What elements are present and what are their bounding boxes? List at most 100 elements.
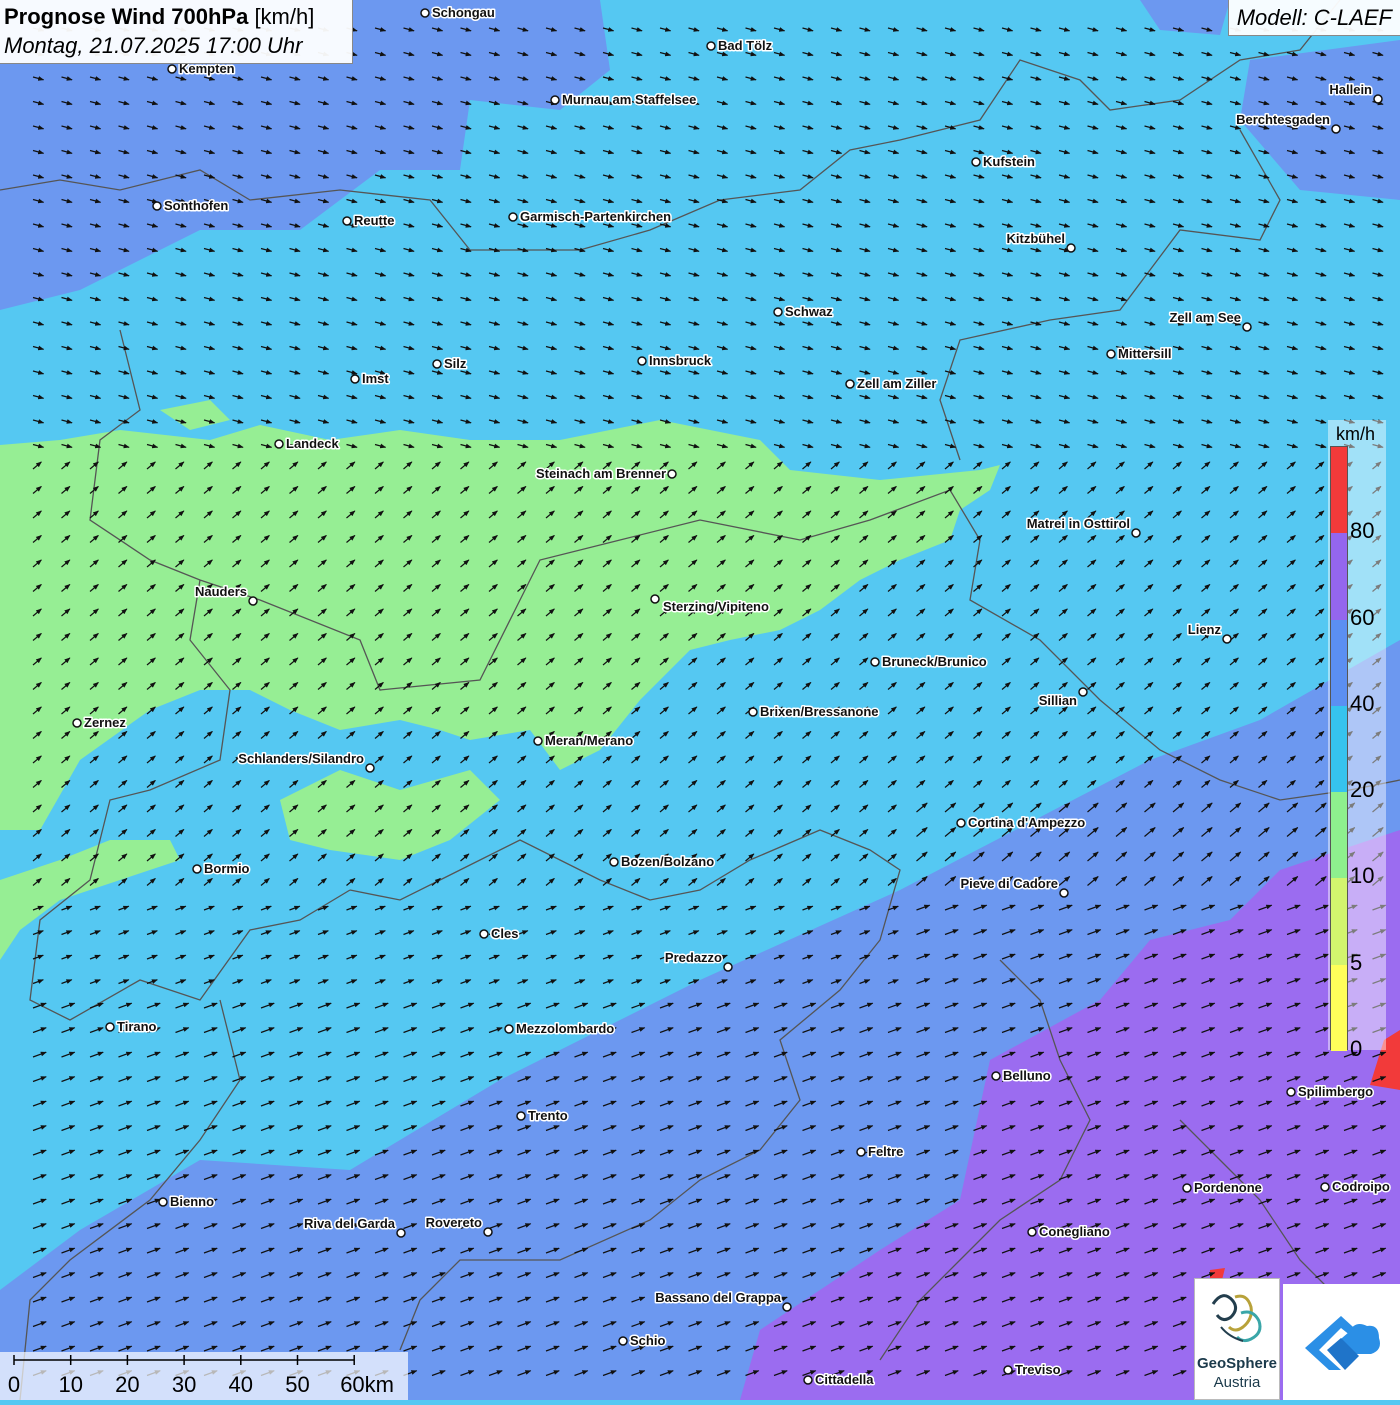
city-label: Treviso xyxy=(1015,1362,1061,1377)
city-dot xyxy=(516,1111,526,1121)
city-dot xyxy=(748,707,758,717)
legend-tick-10: 10 xyxy=(1350,863,1375,889)
city-label: Bad Tölz xyxy=(718,38,773,53)
legend-tick-5: 5 xyxy=(1350,949,1363,975)
city-dot xyxy=(1286,1087,1296,1097)
city-label: Cortina d'Ampezzo xyxy=(968,815,1085,830)
legend-tick-40: 40 xyxy=(1350,690,1375,716)
city-label: Schongau xyxy=(432,5,495,20)
scale-tick-label: 20 xyxy=(115,1372,139,1397)
scale-tick-label: 0 xyxy=(8,1372,20,1397)
city-bruneck-brunico: Bruneck/Brunico xyxy=(870,653,988,671)
city-dot xyxy=(773,307,783,317)
city-bozen-bolzano: Bozen/Bolzano xyxy=(609,853,716,871)
city-dot xyxy=(706,41,716,51)
city-dot xyxy=(870,657,880,667)
wind-map[interactable]: SchongauBad TölzKemptenMurnau am Staffel… xyxy=(0,0,1400,1400)
city-dot xyxy=(1331,124,1341,134)
city-dot xyxy=(396,1228,406,1238)
city-label: Bozen/Bolzano xyxy=(621,854,714,869)
city-dot xyxy=(342,216,352,226)
city-dot xyxy=(274,439,284,449)
city-dot xyxy=(1222,634,1232,644)
city-dot xyxy=(618,1336,628,1346)
city-meran-merano: Meran/Merano xyxy=(533,732,635,750)
city-label: Schio xyxy=(630,1333,665,1348)
city-steinach-am-brenner: Steinach am Brenner xyxy=(534,465,677,483)
city-label: Brixen/Bressanone xyxy=(760,704,879,719)
city-label: Sonthofen xyxy=(164,198,228,213)
city-dot xyxy=(856,1147,866,1157)
city-label: Lienz xyxy=(1188,622,1222,637)
city-dot xyxy=(483,1227,493,1237)
city-dot xyxy=(533,736,543,746)
city-label: Codroipo xyxy=(1332,1179,1390,1194)
city-dot xyxy=(72,718,82,728)
logo-line2: Austria xyxy=(1213,1374,1261,1391)
legend-unit: km/h xyxy=(1336,424,1376,444)
city-label: Schwaz xyxy=(785,304,833,319)
city-conegliano: Conegliano xyxy=(1027,1223,1111,1241)
city-dot xyxy=(1182,1183,1192,1193)
city-dot xyxy=(1242,322,1252,332)
city-label: Feltre xyxy=(868,1144,903,1159)
geosphere-logo: GeoSphere Austria xyxy=(1194,1278,1280,1400)
legend-class-80 xyxy=(1331,447,1347,534)
scale-tick-label: 60km xyxy=(340,1372,394,1397)
city-label: Rovereto xyxy=(426,1215,482,1230)
map-title: Prognose Wind 700hPa [km/h] xyxy=(4,4,314,30)
city-label: Mittersill xyxy=(1118,346,1171,361)
city-dot xyxy=(609,857,619,867)
city-dot xyxy=(1027,1227,1037,1237)
city-label: Steinach am Brenner xyxy=(536,466,666,481)
color-legend: km/h 0 5 10 20 40 60 80 xyxy=(1328,420,1386,1061)
city-dot xyxy=(637,356,647,366)
city-pordenone: Pordenone xyxy=(1182,1179,1263,1197)
scale-tick-label: 40 xyxy=(229,1372,253,1397)
city-dot xyxy=(479,929,489,939)
city-label: Pordenone xyxy=(1194,1180,1262,1195)
city-dot xyxy=(667,469,677,479)
legend-class-60 xyxy=(1331,533,1347,620)
city-label: Kufstein xyxy=(983,154,1035,169)
city-dot xyxy=(1003,1365,1013,1375)
legend-class-5 xyxy=(1331,878,1347,965)
city-label: Pieve di Cadore xyxy=(960,876,1058,891)
city-dot xyxy=(365,763,375,773)
city-label: Garmisch-Partenkirchen xyxy=(520,209,671,224)
map-title-unit: [km/h] xyxy=(254,4,315,29)
city-dot xyxy=(956,818,966,828)
city-dot xyxy=(803,1375,813,1385)
city-label: Silz xyxy=(444,356,467,371)
scale-tick-label: 30 xyxy=(172,1372,196,1397)
city-dot xyxy=(550,95,560,105)
city-label: Nauders xyxy=(195,584,247,599)
city-label: Tirano xyxy=(117,1019,157,1034)
city-dot xyxy=(782,1302,792,1312)
city-dot xyxy=(508,212,518,222)
city-dot xyxy=(1373,94,1383,104)
city-dot xyxy=(991,1071,1001,1081)
city-dot xyxy=(1078,687,1088,697)
city-cittadella: Cittadella xyxy=(803,1371,876,1389)
city-label: Zell am Ziller xyxy=(857,376,936,391)
city-zell-am-ziller: Zell am Ziller xyxy=(845,375,938,393)
legend-tick-20: 20 xyxy=(1350,777,1375,803)
city-label: Reutte xyxy=(354,213,394,228)
city-dot xyxy=(158,1197,168,1207)
legend-class-10 xyxy=(1331,792,1347,879)
city-label: Sterzing/Vipiteno xyxy=(663,599,769,614)
city-mezzolombardo: Mezzolombardo xyxy=(504,1020,616,1038)
city-dot xyxy=(1106,349,1116,359)
legend-class-40 xyxy=(1331,619,1347,706)
legend-tick-0: 0 xyxy=(1350,1036,1363,1061)
city-dot xyxy=(1059,888,1069,898)
city-label: Cles xyxy=(491,926,518,941)
city-dot xyxy=(723,962,733,972)
city-dot xyxy=(152,201,162,211)
scale-tick-label: 50 xyxy=(285,1372,309,1397)
cloud-arrow-icon xyxy=(1305,1316,1380,1370)
city-dot xyxy=(167,64,177,74)
city-dot xyxy=(1131,528,1141,538)
city-dot xyxy=(192,864,202,874)
